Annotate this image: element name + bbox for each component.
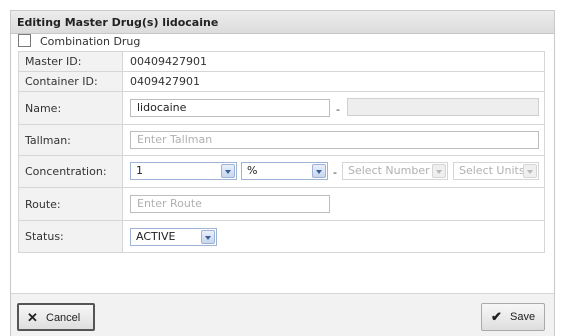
drug-form-table: Master ID: 00409427901 Container ID: 040…: [18, 51, 545, 253]
container-id-label: Container ID:: [18, 71, 123, 92]
select-number-dropdown[interactable]: Select Number: [342, 162, 448, 180]
concentration-value: 1: [136, 164, 143, 177]
edit-master-drug-dialog: Editing Master Drug(s) lidocaine Combina…: [10, 10, 555, 336]
name-suffix-input: [347, 98, 539, 116]
chevron-down-icon[interactable]: [201, 230, 215, 244]
dialog-title: Editing Master Drug(s) lidocaine: [17, 16, 219, 29]
concentration-value-select[interactable]: 1: [130, 162, 237, 180]
chevron-down-icon[interactable]: [312, 164, 326, 178]
select-units-dropdown[interactable]: Select Units: [453, 162, 539, 180]
route-label: Route:: [18, 187, 123, 221]
concentration-unit-select[interactable]: %: [241, 162, 328, 180]
select-number-placeholder: Select Number: [348, 164, 430, 177]
dialog-footer: ✕ Cancel ✔ Save: [11, 293, 554, 336]
concentration-row: Concentration: 1 % - Select Number Selec…: [18, 155, 545, 188]
chevron-down-icon[interactable]: [523, 164, 537, 178]
status-label: Status:: [18, 220, 123, 253]
save-button[interactable]: ✔ Save: [481, 303, 545, 331]
tallman-row: Tallman: Enter Tallman: [18, 124, 545, 156]
status-value: ACTIVE: [136, 230, 176, 243]
chevron-down-icon[interactable]: [432, 164, 446, 178]
name-label: Name:: [18, 91, 123, 125]
select-units-placeholder: Select Units: [459, 164, 525, 177]
dialog-title-bar: Editing Master Drug(s) lidocaine: [11, 11, 554, 34]
status-row: Status: ACTIVE: [18, 220, 545, 253]
name-row: Name: lidocaine -: [18, 91, 545, 125]
cancel-button-label: Cancel: [46, 312, 81, 324]
concentration-separator: -: [333, 166, 337, 179]
master-id-row: Master ID: 00409427901: [18, 51, 545, 72]
concentration-unit: %: [247, 164, 258, 177]
name-input[interactable]: lidocaine: [130, 99, 330, 117]
save-button-label: Save: [510, 311, 536, 323]
combination-drug-label: Combination Drug: [40, 35, 141, 48]
route-input[interactable]: Enter Route: [130, 195, 330, 213]
chevron-down-icon[interactable]: [221, 164, 235, 178]
tallman-input[interactable]: Enter Tallman: [130, 131, 539, 149]
tallman-label: Tallman:: [18, 124, 123, 156]
status-select[interactable]: ACTIVE: [130, 228, 217, 246]
route-row: Route: Enter Route: [18, 187, 545, 221]
x-icon: ✕: [27, 310, 38, 325]
container-id-row: Container ID: 0409427901: [18, 71, 545, 92]
cancel-button[interactable]: ✕ Cancel: [17, 303, 95, 331]
master-id-label: Master ID:: [18, 51, 123, 72]
master-id-value: 00409427901: [130, 55, 207, 68]
checkmark-icon: ✔: [491, 309, 502, 324]
name-separator: -: [336, 103, 340, 116]
container-id-value: 0409427901: [130, 75, 200, 88]
concentration-label: Concentration:: [18, 155, 123, 188]
combination-drug-checkbox[interactable]: [18, 34, 31, 47]
